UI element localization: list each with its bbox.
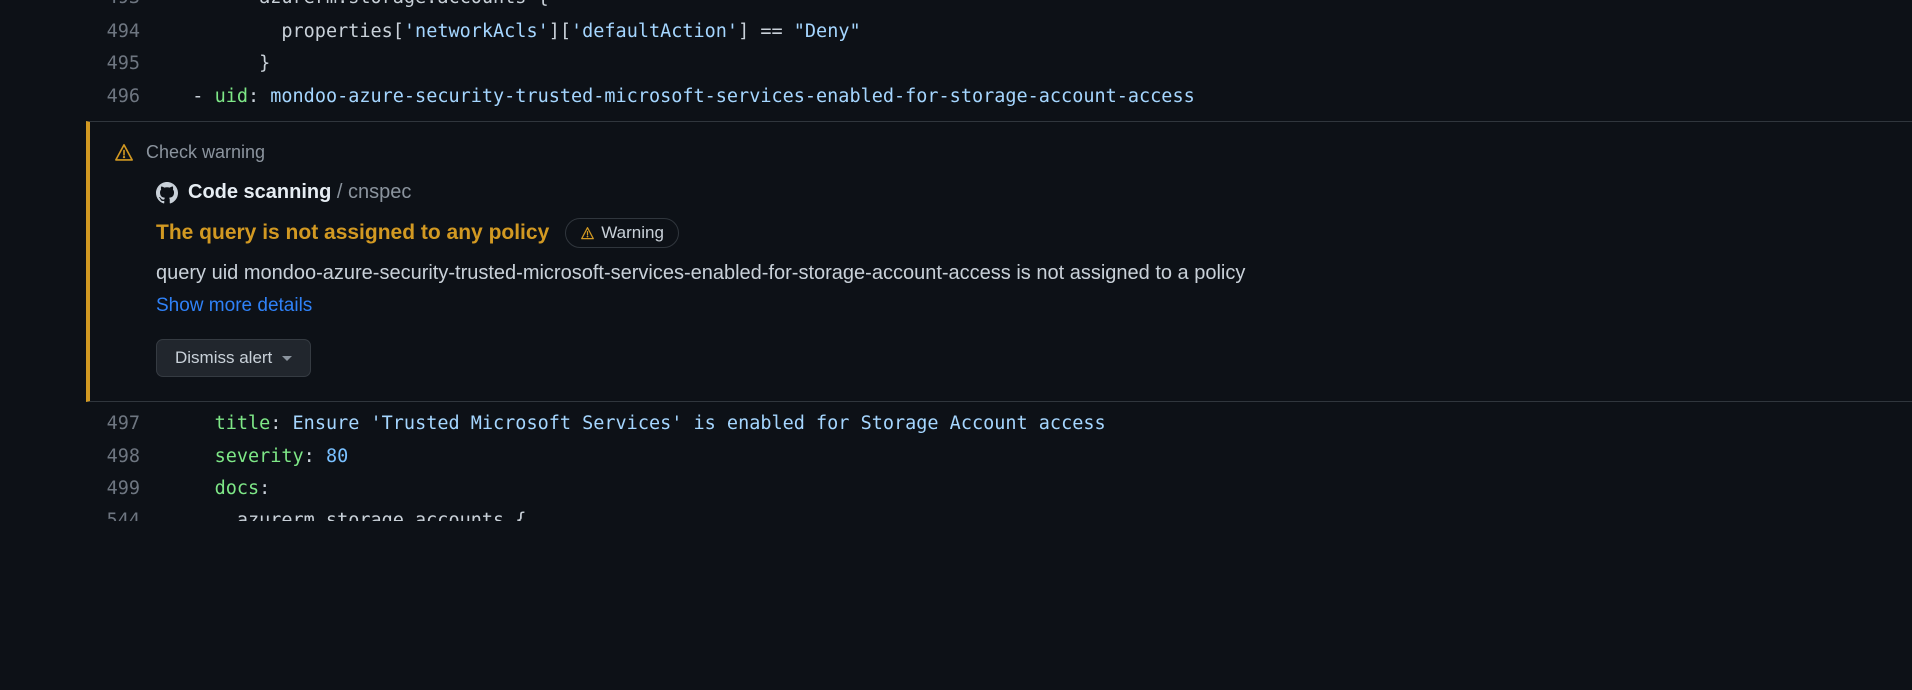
scanner-tool: cnspec [348,181,411,203]
code-line: 493 azurerm.storage.accounts { [0,0,1912,16]
line-number: 497 [0,408,170,440]
code-text: severity: 80 [170,441,348,473]
check-annotation: Check warning Code scanning / cnspec The… [86,121,1912,402]
code-text: title: Ensure 'Trusted Microsoft Service… [170,408,1106,440]
finding-title: The query is not assigned to any policy [156,221,549,245]
code-line: 494 properties['networkAcls']['defaultAc… [0,16,1912,48]
code-text: azurerm.storage.accounts { [170,505,526,521]
annotation-header-text: Check warning [146,142,265,163]
severity-badge-text: Warning [601,223,664,243]
code-text: } [170,48,270,80]
finding-description: query uid mondoo-azure-security-trusted-… [156,262,1888,285]
code-line: 544 azurerm.storage.accounts { [0,505,1912,521]
scanner-sep: / [331,181,348,203]
line-number: 544 [0,505,170,521]
warning-triangle-icon [114,143,134,163]
line-number: 494 [0,16,170,48]
line-number: 499 [0,473,170,505]
annotation-header: Check warning [114,142,1888,163]
code-text: - uid: mondoo-azure-security-trusted-mic… [170,81,1195,113]
warning-triangle-icon [580,226,595,241]
code-line: 498 severity: 80 [0,441,1912,473]
caret-down-icon [282,356,292,361]
line-number: 493 [0,0,170,14]
code-line: 497 title: Ensure 'Trusted Microsoft Ser… [0,408,1912,440]
code-text: azurerm.storage.accounts { [170,0,549,14]
severity-badge: Warning [565,218,679,248]
scanner-row: Code scanning / cnspec [156,181,1888,204]
code-text: properties['networkAcls']['defaultAction… [170,16,861,48]
line-number: 495 [0,48,170,80]
line-number: 496 [0,81,170,113]
show-more-link[interactable]: Show more details [156,295,312,317]
scanner-label: Code scanning [188,181,331,203]
dismiss-alert-label: Dismiss alert [175,348,272,368]
code-line: 495 } [0,48,1912,80]
code-line: 499 docs: [0,473,1912,505]
github-icon [156,182,178,204]
code-line: 496 - uid: mondoo-azure-security-trusted… [0,81,1912,113]
code-text: docs: [170,473,270,505]
line-number: 498 [0,441,170,473]
dismiss-alert-button[interactable]: Dismiss alert [156,339,311,377]
